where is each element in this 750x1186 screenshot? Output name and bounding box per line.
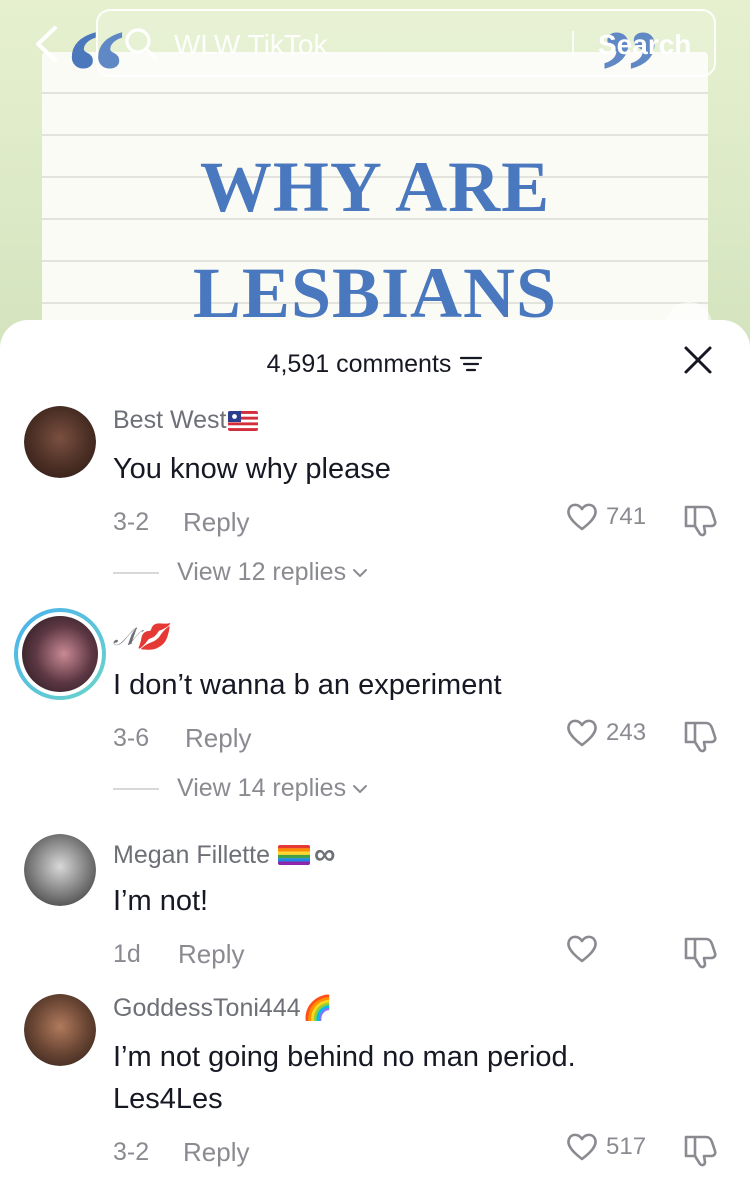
pride-flag-icon [278, 845, 311, 865]
search-divider [572, 31, 574, 57]
comment-date: 3-6 [113, 724, 150, 752]
comment-username[interactable]: Best West [113, 406, 259, 435]
like-count: 517 [606, 1133, 647, 1160]
like-count: 741 [606, 503, 647, 530]
close-icon[interactable] [682, 344, 714, 376]
avatar[interactable] [24, 406, 96, 478]
comment-count: 4,591 comments [266, 349, 452, 378]
search-icon [125, 28, 157, 60]
like-button[interactable]: 243 [566, 718, 646, 748]
replies-divider [113, 571, 159, 574]
comment-text: I’m not! [113, 885, 209, 917]
sort-icon[interactable] [459, 354, 483, 374]
chevron-down-icon [353, 784, 368, 793]
comment-text: You know why please [113, 453, 391, 485]
comment-username[interactable]: GoddessToni444 🌈 [113, 994, 333, 1023]
comments-sheet: 4,591 comments Best West You know why pl… [0, 320, 750, 1186]
comment-date: 1d [113, 940, 141, 968]
search-bar[interactable]: WLW TikTok Search [96, 9, 716, 77]
reply-button[interactable]: Reply [185, 723, 251, 754]
chevron-left-icon [36, 26, 57, 62]
video-headline-line1: WHY ARE [199, 147, 551, 227]
like-button[interactable] [566, 934, 606, 964]
like-count: 243 [606, 719, 647, 746]
comment-text: I’m not going behind no man period. Les4… [113, 1041, 576, 1115]
comment-date: 3-2 [113, 1138, 150, 1166]
view-replies-button[interactable]: View 14 replies [113, 774, 368, 803]
reply-button[interactable]: Reply [183, 507, 249, 538]
comment-username[interactable]: 𝒩💋 [113, 622, 168, 652]
comment-text: I don’t wanna b an experiment [113, 669, 502, 701]
heart-icon [567, 1133, 597, 1161]
chevron-down-icon [353, 568, 368, 577]
avatar-story-ring[interactable] [14, 608, 106, 700]
search-button[interactable]: Search [598, 29, 691, 61]
comments-header: 4,591 comments [0, 344, 750, 384]
avatar[interactable] [24, 994, 96, 1066]
reply-button[interactable]: Reply [183, 1137, 249, 1168]
thumbs-down-icon[interactable] [682, 502, 720, 538]
thumbs-down-icon[interactable] [682, 718, 720, 754]
flag-icon [228, 410, 259, 431]
like-button[interactable]: 517 [566, 1132, 646, 1162]
back-button[interactable] [26, 22, 66, 66]
thumbs-down-icon[interactable] [682, 1132, 720, 1168]
view-replies-button[interactable]: View 12 replies [113, 558, 368, 587]
like-button[interactable]: 741 [566, 502, 646, 532]
heart-icon [567, 719, 597, 747]
search-input[interactable]: WLW TikTok [174, 29, 327, 61]
avatar[interactable] [24, 834, 96, 906]
comment-date: 3-2 [113, 508, 150, 536]
comment-username[interactable]: Megan Fillette ∞ [113, 838, 335, 872]
heart-icon [567, 935, 597, 963]
reply-button[interactable]: Reply [178, 939, 244, 970]
heart-icon [567, 503, 597, 531]
thumbs-down-icon[interactable] [682, 934, 720, 970]
replies-divider [113, 787, 159, 790]
